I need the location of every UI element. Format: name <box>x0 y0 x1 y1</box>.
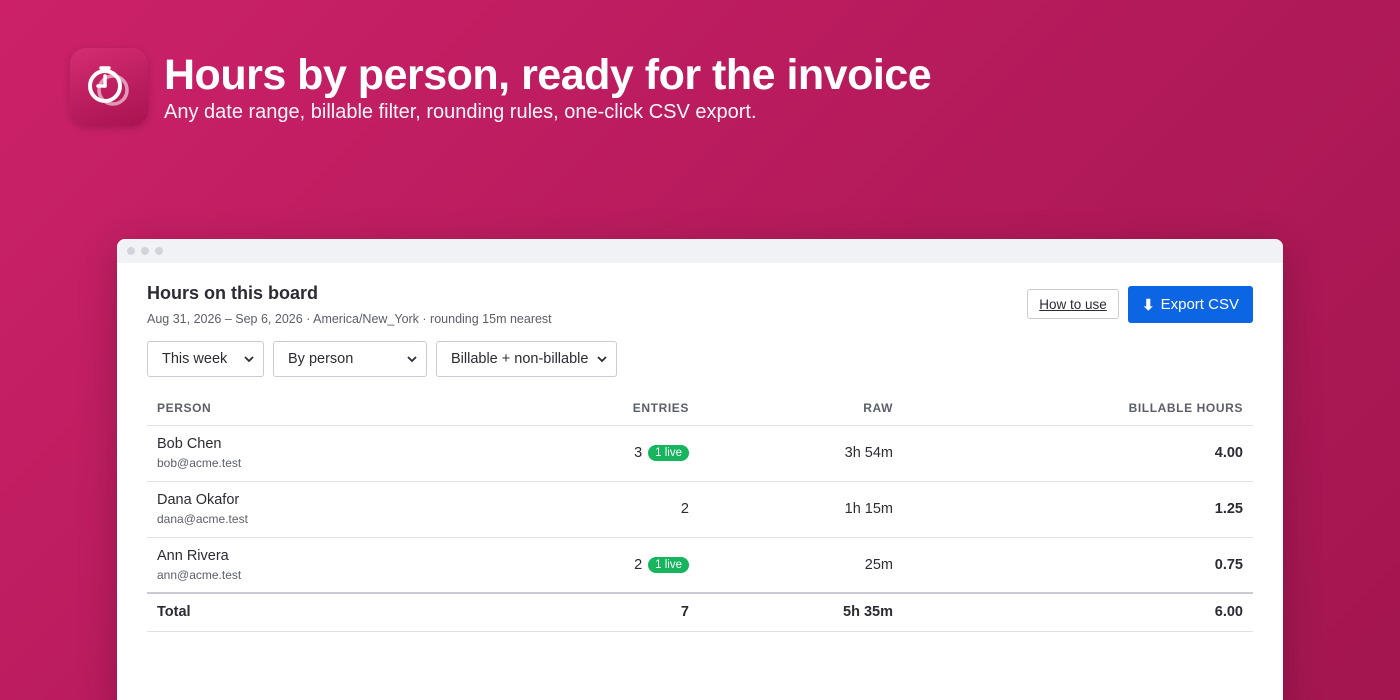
date-range-value: This week <box>162 351 228 367</box>
total-entries: 7 <box>547 592 699 632</box>
window-dot-zoom[interactable] <box>155 247 163 255</box>
clock-icon <box>88 66 129 106</box>
table-row: Bob Chen bob@acme.test 3 1 live 3h 54m 4.… <box>147 425 1253 482</box>
live-badge: 1 live <box>648 445 689 461</box>
chevron-down-icon <box>597 356 607 363</box>
person-name: Ann Rivera <box>157 547 229 564</box>
billable-filter-select[interactable]: Billable + non-billable <box>436 341 617 377</box>
person-name: Bob Chen <box>157 436 222 452</box>
hero-title: Hours by person, ready for the invoice <box>164 51 932 99</box>
person-email: ann@acme.test <box>157 567 242 582</box>
entries-count: 2 <box>680 501 689 517</box>
billable-cell: 0.75 <box>903 537 1253 594</box>
chevron-down-icon <box>244 356 254 363</box>
date-range-select[interactable]: This week <box>147 341 264 377</box>
table-row: Ann Rivera ann@acme.test 2 1 live 25m 0.7… <box>147 537 1253 594</box>
how-to-use-button[interactable]: How to use <box>1027 289 1119 319</box>
export-csv-button[interactable]: ⬇ Export CSV <box>1128 286 1253 323</box>
entries-cell: 3 1 live <box>547 425 699 482</box>
billable-cell: 1.25 <box>903 481 1253 538</box>
table-row: Dana Okafor dana@acme.test 2 1h 15m 1.25 <box>147 481 1253 538</box>
hero: Hours by person, ready for the invoice A… <box>70 48 932 126</box>
export-csv-label: Export CSV <box>1160 296 1239 313</box>
person-cell: Ann Rivera ann@acme.test <box>147 537 547 594</box>
group-by-select[interactable]: By person <box>273 341 427 377</box>
window-dot-close[interactable] <box>127 247 135 255</box>
col-person[interactable]: PERSON <box>147 391 547 426</box>
entries-cell: 2 1 live <box>547 537 699 594</box>
entries-cell: 2 <box>547 481 699 538</box>
raw-cell: 25m <box>699 537 903 594</box>
window-dot-minimize[interactable] <box>141 247 149 255</box>
person-cell: Dana Okafor dana@acme.test <box>147 481 547 538</box>
total-label: Total <box>147 592 547 632</box>
raw-cell: 3h 54m <box>699 425 903 482</box>
person-email: bob@acme.test <box>157 456 242 470</box>
table-header-row: PERSON ENTRIES RAW BILLABLE HOURS <box>147 391 1253 426</box>
entries-count: 3 <box>634 445 643 461</box>
filter-bar: This week By person Billable + non-billa… <box>147 341 626 377</box>
total-billable: 6.00 <box>903 592 1253 632</box>
hero-subtitle: Any date range, billable filter, roundin… <box>164 101 757 123</box>
billable-filter-value: Billable + non-billable <box>451 351 589 367</box>
chevron-down-icon <box>407 356 417 363</box>
live-badge: 1 live <box>648 556 689 573</box>
panel-title: Hours on this board <box>147 283 318 303</box>
person-email: dana@acme.test <box>157 512 248 526</box>
app-window: Hours on this board Aug 31, 2026 – Sep 6… <box>117 239 1283 700</box>
group-by-value: By person <box>288 351 354 367</box>
col-billable-hours[interactable]: BILLABLE HOURS <box>903 391 1253 426</box>
col-raw[interactable]: RAW <box>699 391 903 426</box>
person-name: Dana Okafor <box>157 492 240 508</box>
col-entries[interactable]: ENTRIES <box>547 391 699 426</box>
entries-count: 2 <box>634 556 643 573</box>
billable-cell: 4.00 <box>903 425 1253 482</box>
app-icon <box>70 48 148 126</box>
hours-table: PERSON ENTRIES RAW BILLABLE HOURS Bob Ch… <box>147 391 1253 632</box>
person-cell: Bob Chen bob@acme.test <box>147 425 547 482</box>
panel-meta: Aug 31, 2026 – Sep 6, 2026 · America/New… <box>147 312 552 326</box>
window-titlebar <box>117 239 1283 263</box>
download-arrow-icon: ⬇ <box>1142 296 1155 314</box>
raw-cell: 1h 15m <box>699 481 903 538</box>
total-row: Total 7 5h 35m 6.00 <box>147 592 1253 632</box>
total-raw: 5h 35m <box>699 592 903 632</box>
